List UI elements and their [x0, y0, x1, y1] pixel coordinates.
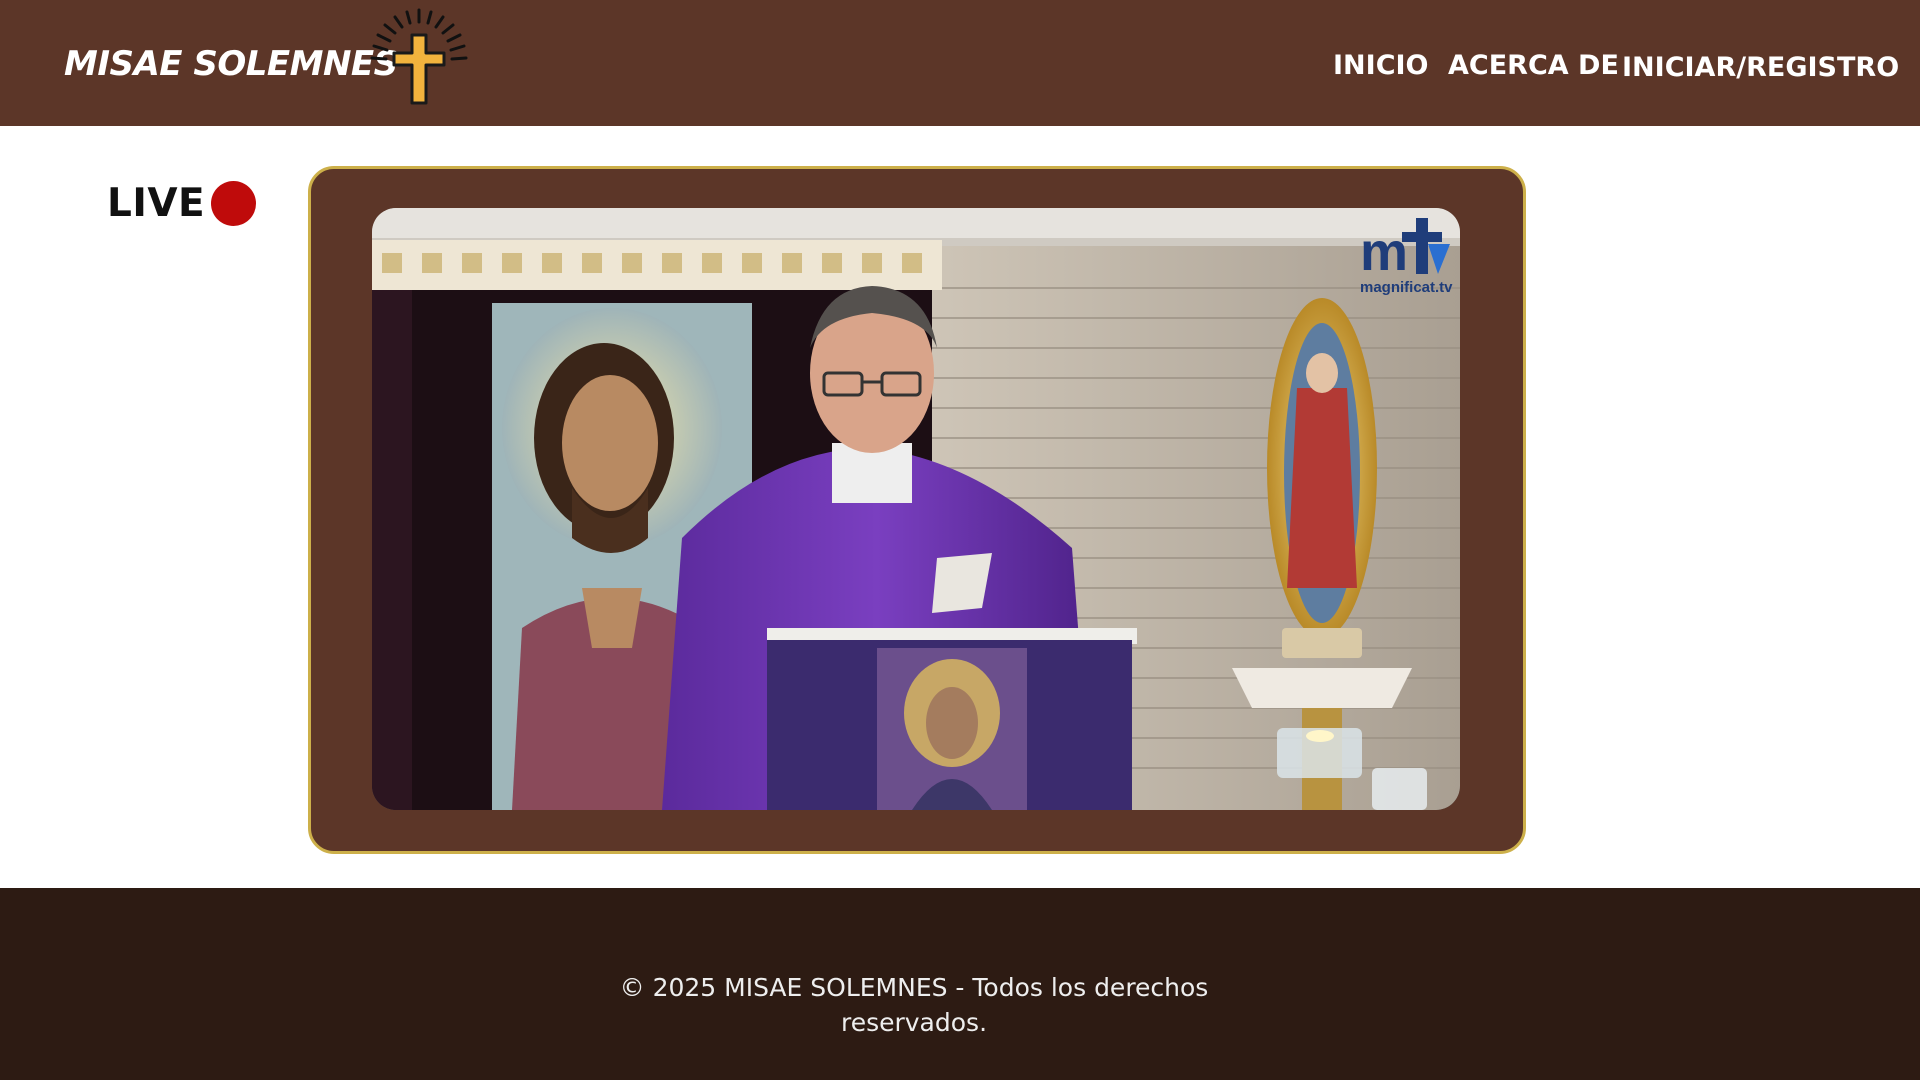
live-video-stream[interactable]: m magnificat.tv	[372, 208, 1460, 810]
nav-acerca-de[interactable]: ACERCA DE	[1448, 50, 1619, 81]
nav-iniciar-registro[interactable]: INICIAR/REGISTRO	[1622, 52, 1899, 83]
live-label: LIVE	[107, 180, 206, 226]
live-indicator: LIVE	[107, 175, 257, 231]
video-frame-image	[372, 208, 1460, 810]
svg-text:m: m	[1360, 222, 1408, 282]
magnificat-tv-logo: m magnificat.tv	[1360, 218, 1453, 296]
nav-inicio[interactable]: INICIO	[1333, 50, 1429, 81]
cross-with-rays-icon	[370, 8, 468, 105]
svg-text:magnificat.tv: magnificat.tv	[1360, 279, 1453, 296]
live-dot-icon	[211, 180, 257, 226]
copyright-text: © 2025 MISAE SOLEMNES - Todos los derech…	[619, 973, 1209, 1037]
site-footer: © 2025 MISAE SOLEMNES - Todos los derech…	[0, 888, 1920, 1080]
site-header: MISAE SOLEMNES INICIO ACERCA DE INICIAR/…	[0, 0, 1920, 126]
site-title[interactable]: MISAE SOLEMNES	[64, 44, 398, 84]
